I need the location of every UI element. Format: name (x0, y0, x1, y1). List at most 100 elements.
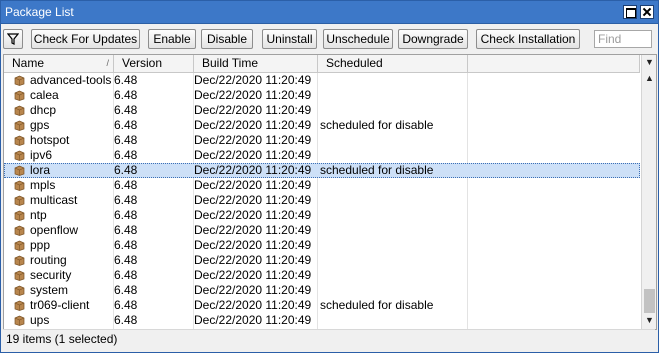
package-scheduled (320, 223, 490, 238)
package-version: 6.48 (114, 268, 138, 282)
package-scheduled (320, 253, 490, 268)
package-name: lora (30, 163, 51, 177)
status-bar: 19 items (1 selected) (3, 329, 655, 349)
package-name: hotspot (30, 133, 70, 147)
column-scheduled[interactable]: Scheduled (318, 55, 468, 72)
package-scheduled (320, 238, 490, 253)
package-version: 6.48 (114, 73, 138, 87)
package-build-time: Dec/22/2020 11:20:49 (194, 283, 312, 297)
column-name-label: Name (12, 56, 45, 70)
package-icon (14, 285, 25, 296)
package-scheduled (320, 283, 490, 298)
sort-indicator: / (106, 58, 109, 68)
disable-button[interactable]: Disable (201, 29, 253, 49)
table-row[interactable]: hotspot 6.48 Dec/22/2020 11:20:49 (4, 133, 640, 148)
downgrade-button[interactable]: Downgrade (398, 29, 468, 49)
enable-button[interactable]: Enable (148, 29, 196, 49)
package-version: 6.48 (114, 313, 138, 327)
package-scheduled (320, 88, 490, 103)
package-icon (14, 90, 25, 101)
table-row[interactable]: ppp 6.48 Dec/22/2020 11:20:49 (4, 238, 640, 253)
package-icon (14, 105, 25, 116)
package-list-window: Package List Check For Updates Enable Di… (0, 0, 659, 353)
unschedule-button[interactable]: Unschedule (323, 29, 393, 49)
package-name: openflow (30, 223, 79, 237)
title-bar[interactable]: Package List (1, 1, 658, 24)
package-icon (14, 315, 25, 326)
package-build-time: Dec/22/2020 11:20:49 (194, 313, 312, 327)
scroll-down-icon[interactable]: ▼ (642, 313, 656, 328)
package-version: 6.48 (114, 283, 138, 297)
table-row[interactable]: openflow 6.48 Dec/22/2020 11:20:49 (4, 223, 640, 238)
table-body: advanced-tools 6.48 Dec/22/2020 11:20:49 ca… (4, 73, 640, 328)
package-name: gps (30, 118, 50, 132)
table-row[interactable]: ups 6.48 Dec/22/2020 11:20:49 (4, 313, 640, 328)
package-name: advanced-tools (30, 73, 112, 87)
package-build-time: Dec/22/2020 11:20:49 (194, 148, 312, 162)
package-build-time: Dec/22/2020 11:20:49 (194, 133, 312, 147)
table-row[interactable]: ntp 6.48 Dec/22/2020 11:20:49 (4, 208, 640, 223)
package-build-time: Dec/22/2020 11:20:49 (194, 193, 312, 207)
package-scheduled (320, 133, 490, 148)
filter-icon (7, 33, 19, 45)
table-header: Name / Version Build Time Scheduled (4, 55, 640, 73)
package-build-time: Dec/22/2020 11:20:49 (194, 103, 312, 117)
column-empty (468, 55, 640, 72)
package-name: system (30, 283, 69, 297)
package-icon (14, 225, 25, 236)
table-row[interactable]: lora 6.48 Dec/22/2020 11:20:49 scheduled fo… (4, 163, 640, 178)
package-build-time: Dec/22/2020 11:20:49 (194, 178, 312, 192)
column-version[interactable]: Version (114, 55, 194, 72)
package-icon (14, 75, 25, 86)
package-scheduled: scheduled for disable (320, 163, 434, 177)
chevron-down-icon[interactable]: ▼ (642, 55, 656, 70)
table-row[interactable]: security 6.48 Dec/22/2020 11:20:49 (4, 268, 640, 283)
package-build-time: Dec/22/2020 11:20:49 (194, 118, 312, 132)
uninstall-button[interactable]: Uninstall (262, 29, 317, 49)
package-icon (14, 255, 25, 266)
package-version: 6.48 (114, 148, 138, 162)
package-scheduled: scheduled for disable (320, 298, 434, 312)
scroll-up-icon[interactable]: ▲ (642, 71, 656, 86)
table-row[interactable]: ipv6 6.48 Dec/22/2020 11:20:49 (4, 148, 640, 163)
package-name: ppp (30, 238, 51, 252)
vertical-scrollbar[interactable]: ▼ ▲ ▼ (641, 55, 656, 329)
package-name: multicast (30, 193, 78, 207)
table-row[interactable]: multicast 6.48 Dec/22/2020 11:20:49 (4, 193, 640, 208)
package-name: dhcp (30, 103, 57, 117)
check-installation-button[interactable]: Check Installation (476, 29, 580, 49)
table-row[interactable]: dhcp 6.48 Dec/22/2020 11:20:49 (4, 103, 640, 118)
package-version: 6.48 (114, 133, 138, 147)
package-version: 6.48 (114, 118, 138, 132)
package-build-time: Dec/22/2020 11:20:49 (194, 253, 312, 267)
package-build-time: Dec/22/2020 11:20:49 (194, 298, 312, 312)
scroll-thumb[interactable] (644, 289, 655, 313)
package-name: calea (30, 88, 59, 102)
package-build-time: Dec/22/2020 11:20:49 (194, 163, 312, 177)
toolbar: Check For Updates Enable Disable Uninsta… (1, 24, 658, 54)
package-build-time: Dec/22/2020 11:20:49 (194, 208, 312, 222)
table-row[interactable]: routing 6.48 Dec/22/2020 11:20:49 (4, 253, 640, 268)
column-build-time[interactable]: Build Time (194, 55, 318, 72)
package-build-time: Dec/22/2020 11:20:49 (194, 223, 312, 237)
column-name[interactable]: Name / (4, 55, 114, 72)
restore-icon[interactable] (623, 5, 637, 19)
close-icon[interactable] (640, 5, 654, 19)
package-version: 6.48 (114, 223, 138, 237)
table-row[interactable]: system 6.48 Dec/22/2020 11:20:49 (4, 283, 640, 298)
filter-button[interactable] (3, 29, 23, 49)
package-version: 6.48 (114, 163, 138, 177)
package-scheduled: scheduled for disable (320, 118, 434, 132)
table-row[interactable]: advanced-tools 6.48 Dec/22/2020 11:20:49 (4, 73, 640, 88)
package-scheduled (320, 103, 490, 118)
check-for-updates-button[interactable]: Check For Updates (31, 29, 140, 49)
package-icon (14, 165, 25, 176)
package-scheduled (320, 178, 490, 193)
table-row[interactable]: tr069-client 6.48 Dec/22/2020 11:20:49 sche… (4, 298, 640, 313)
package-name: routing (30, 253, 67, 267)
table-row[interactable]: calea 6.48 Dec/22/2020 11:20:49 (4, 88, 640, 103)
find-input[interactable]: Find (594, 30, 652, 48)
package-name: ipv6 (30, 148, 53, 162)
table-row[interactable]: gps 6.48 Dec/22/2020 11:20:49 scheduled for… (4, 118, 640, 133)
table-row[interactable]: mpls 6.48 Dec/22/2020 11:20:49 (4, 178, 640, 193)
